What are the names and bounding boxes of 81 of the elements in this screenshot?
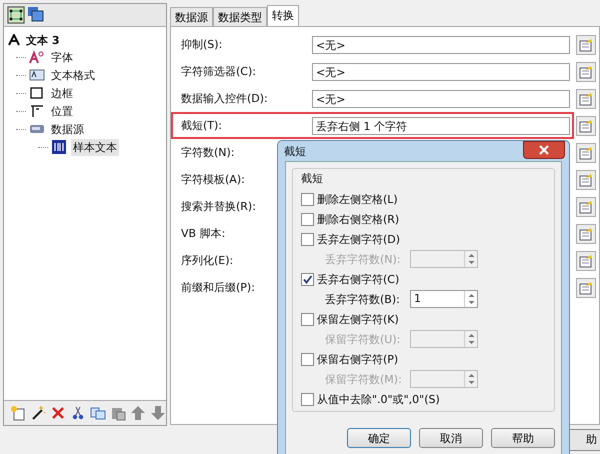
value-field[interactable]: <无> (312, 62, 570, 80)
checkbox[interactable] (301, 212, 314, 226)
edit-button[interactable] (576, 250, 596, 270)
field-label: 保留字符数(U): (325, 332, 402, 346)
item-icon (29, 104, 45, 118)
edit-button[interactable] (576, 62, 596, 82)
number-spinner[interactable]: 1 (410, 290, 478, 308)
tree-item[interactable]: 字体 (49, 48, 75, 66)
down-icon[interactable] (150, 405, 166, 421)
tree-item[interactable]: 边框 (49, 84, 75, 102)
spin-arrows-icon[interactable] (466, 332, 476, 346)
tree-item[interactable]: 位置 (49, 102, 75, 120)
wand-icon[interactable] (30, 405, 46, 421)
spin-arrows-icon[interactable] (466, 252, 476, 266)
field-label: 字符模板(A): (181, 173, 245, 186)
field-label: 丢弃字符数(B): (325, 292, 401, 306)
value-field[interactable]: <无> (312, 36, 570, 54)
dialog-button[interactable]: 取消 (419, 428, 483, 448)
checkbox-label[interactable]: 删除右侧空格(R) (317, 212, 400, 226)
group-title: 截短 (301, 171, 324, 186)
tab[interactable]: 转换 (267, 5, 299, 26)
edit-button[interactable] (576, 278, 596, 298)
field-label: 丢弃字符数(N): (325, 252, 402, 266)
field-label: 截短(T): (181, 119, 222, 132)
checkbox[interactable] (301, 392, 314, 406)
checkbox-label[interactable]: 删除左侧空格(L) (317, 192, 398, 206)
edit-button[interactable] (576, 170, 596, 190)
checkbox-label[interactable]: 丢弃左侧字符(D) (317, 232, 400, 246)
field-label: 字符数(N): (181, 146, 235, 159)
tree-item[interactable]: 文本 3 (26, 32, 60, 48)
paste-icon[interactable] (110, 405, 126, 421)
dialog-title: 截短 (284, 144, 307, 158)
edit-button[interactable] (576, 34, 596, 54)
item-icon (29, 122, 45, 136)
edit-button[interactable] (576, 88, 596, 108)
checkbox-label[interactable]: 丢弃右侧字符(C) (317, 272, 400, 286)
checkbox-label[interactable]: 从值中去除".0"或",0"(S) (317, 392, 440, 406)
tree-item[interactable]: 样本文本 (71, 138, 119, 156)
checkbox[interactable] (301, 352, 314, 366)
close-button[interactable] (523, 141, 565, 159)
field-label: 搜索并替换(R): (181, 200, 256, 213)
checkbox-label[interactable]: 保留左侧字符(K) (317, 312, 399, 326)
close-icon (539, 145, 549, 155)
field-label: 数据输入控件(D): (181, 92, 268, 105)
field-label: 抑制(S): (181, 38, 222, 51)
item-icon (29, 50, 45, 64)
delete-icon[interactable] (50, 405, 66, 421)
field-label: 前缀和后缀(P): (181, 281, 255, 294)
item-icon (29, 68, 45, 82)
cut-icon[interactable] (70, 405, 86, 421)
item-icon (29, 86, 45, 100)
edit-button[interactable] (576, 116, 596, 136)
field-label: VB 脚本: (181, 227, 226, 240)
barcode-doc-icon (51, 139, 67, 155)
tree-item[interactable]: 文本格式 (49, 66, 97, 84)
letter-icon (8, 34, 20, 46)
checkbox[interactable] (301, 272, 314, 286)
value-field[interactable]: 丢弃右侧 1 个字符 (312, 116, 570, 134)
layers-icon[interactable] (27, 6, 45, 24)
tab[interactable]: 数据源 (170, 7, 213, 26)
tree-item[interactable]: 数据源 (49, 120, 86, 138)
new-icon[interactable] (10, 405, 26, 421)
checkbox-label[interactable]: 保留右侧字符(P) (317, 352, 398, 366)
checkbox[interactable] (301, 312, 314, 326)
value-field[interactable]: <无> (312, 90, 570, 108)
dialog-button[interactable]: 帮助 (491, 428, 555, 448)
spin-arrows-icon[interactable] (466, 372, 476, 386)
edit-button[interactable] (576, 196, 596, 216)
layout-icon[interactable] (7, 6, 25, 24)
field-label: 保留字符数(M): (325, 372, 403, 386)
up-icon[interactable] (130, 405, 146, 421)
tab[interactable]: 数据类型 (213, 7, 267, 26)
dialog-button[interactable]: 确定 (347, 428, 411, 448)
edit-button[interactable] (576, 142, 596, 162)
copy-icon[interactable] (90, 405, 106, 421)
spin-arrows-icon[interactable] (466, 292, 476, 306)
checkbox[interactable] (301, 232, 314, 246)
field-label: 序列化(E): (181, 254, 234, 267)
field-label: 字符筛选器(C): (181, 65, 256, 78)
edit-button[interactable] (576, 224, 596, 244)
checkbox[interactable] (301, 192, 314, 206)
